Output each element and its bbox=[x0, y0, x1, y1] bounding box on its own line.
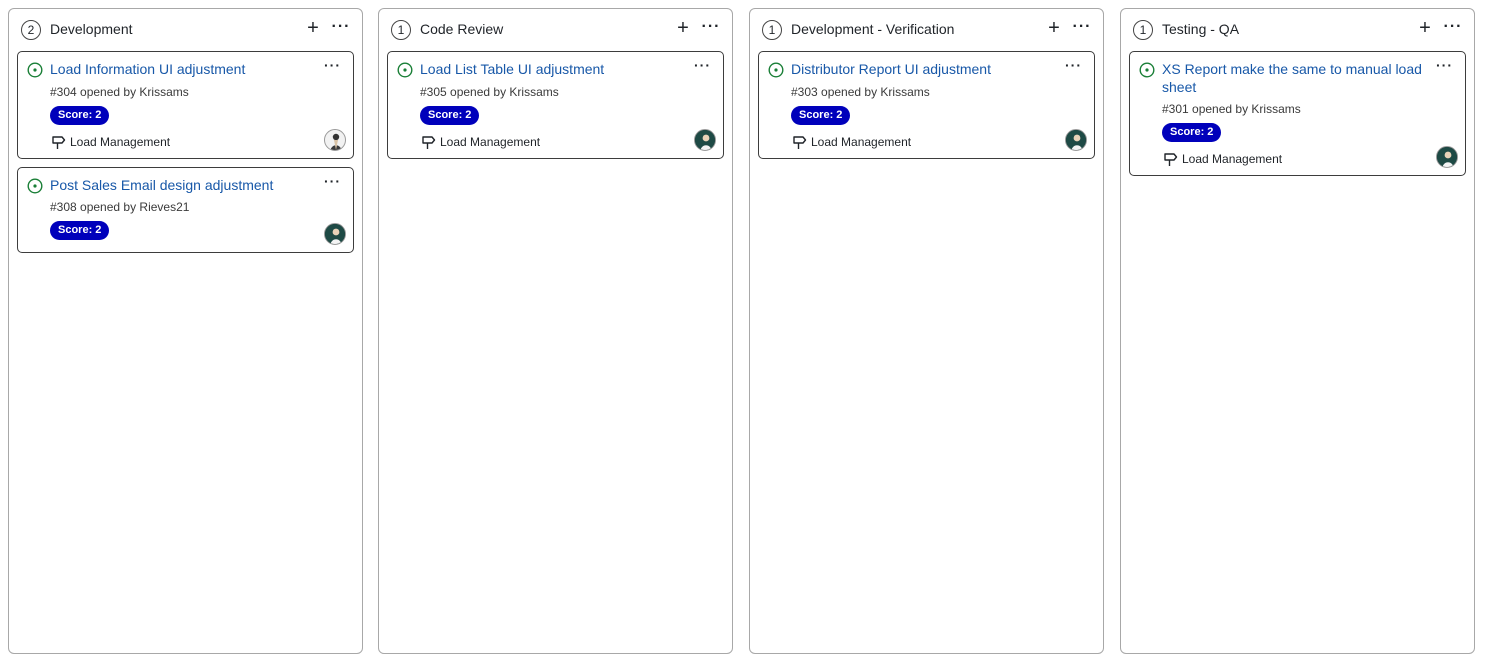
column-development-verification: 1 Development - Verification + ··· Distr… bbox=[749, 8, 1104, 654]
milestone-icon bbox=[422, 136, 436, 149]
column-title: Development - Verification bbox=[791, 21, 955, 37]
open-issue-icon bbox=[1139, 62, 1155, 78]
item-count-badge: 1 bbox=[762, 20, 782, 40]
issue-meta: #304 opened by Krissams bbox=[50, 85, 189, 99]
score-badge: Score: 2 bbox=[420, 106, 480, 125]
issue-meta: #303 opened by Krissams bbox=[791, 85, 930, 99]
item-count-badge: 2 bbox=[21, 20, 41, 40]
item-count-badge: 1 bbox=[1133, 20, 1153, 40]
card-menu-icon[interactable]: ··· bbox=[324, 174, 341, 188]
column-menu-icon[interactable]: ··· bbox=[1442, 18, 1464, 38]
column-menu-icon[interactable]: ··· bbox=[700, 18, 722, 38]
assignee-avatar[interactable] bbox=[1065, 129, 1087, 151]
score-badge: Score: 2 bbox=[1162, 123, 1222, 142]
card-menu-icon[interactable]: ··· bbox=[694, 58, 711, 72]
column-code-review: 1 Code Review + ··· Load List Table UI a… bbox=[378, 8, 733, 654]
assignee-avatar[interactable] bbox=[1436, 146, 1458, 168]
column-title: Development bbox=[50, 21, 133, 37]
assignee-avatar[interactable] bbox=[324, 129, 346, 151]
issue-title-link[interactable]: Load List Table UI adjustment bbox=[420, 60, 690, 78]
column-menu-icon[interactable]: ··· bbox=[1071, 18, 1093, 38]
add-item-icon[interactable]: + bbox=[304, 18, 322, 38]
open-issue-icon bbox=[768, 62, 784, 78]
card-list: Load Information UI adjustment ··· #304 … bbox=[17, 51, 354, 261]
milestone-label: Load Management bbox=[811, 135, 912, 149]
issue-title-link[interactable]: Post Sales Email design adjustment bbox=[50, 176, 320, 194]
add-item-icon[interactable]: + bbox=[1416, 18, 1434, 38]
milestone-label: Load Management bbox=[1182, 152, 1283, 166]
column-header: 1 Code Review + ··· bbox=[379, 9, 732, 49]
column-title: Testing - QA bbox=[1162, 21, 1240, 37]
issue-card[interactable]: Post Sales Email design adjustment ··· #… bbox=[17, 167, 354, 253]
column-testing-qa: 1 Testing - QA + ··· XS Report make the … bbox=[1120, 8, 1475, 654]
column-title: Code Review bbox=[420, 21, 504, 37]
milestone-icon bbox=[793, 136, 807, 149]
milestone-icon bbox=[1164, 153, 1178, 166]
issue-meta: #301 opened by Krissams bbox=[1162, 102, 1301, 116]
card-list: Distributor Report UI adjustment ··· #30… bbox=[758, 51, 1095, 167]
milestone-label: Load Management bbox=[440, 135, 541, 149]
issue-card[interactable]: XS Report make the same to manual load s… bbox=[1129, 51, 1466, 176]
issue-title-link[interactable]: Distributor Report UI adjustment bbox=[791, 60, 1061, 78]
milestone-icon bbox=[52, 136, 66, 149]
project-board: 2 Development + ··· Load Information UI … bbox=[0, 0, 1485, 660]
column-header: 1 Testing - QA + ··· bbox=[1121, 9, 1474, 49]
add-item-icon[interactable]: + bbox=[674, 18, 692, 38]
column-header: 1 Development - Verification + ··· bbox=[750, 9, 1103, 49]
assignee-avatar[interactable] bbox=[324, 223, 346, 245]
card-menu-icon[interactable]: ··· bbox=[1065, 58, 1082, 72]
card-list: Load List Table UI adjustment ··· #305 o… bbox=[387, 51, 724, 167]
issue-card[interactable]: Load List Table UI adjustment ··· #305 o… bbox=[387, 51, 724, 159]
open-issue-icon bbox=[27, 178, 43, 194]
score-badge: Score: 2 bbox=[50, 221, 110, 240]
issue-card[interactable]: Distributor Report UI adjustment ··· #30… bbox=[758, 51, 1095, 159]
card-menu-icon[interactable]: ··· bbox=[324, 58, 341, 72]
issue-meta: #308 opened by Rieves21 bbox=[50, 200, 190, 214]
score-badge: Score: 2 bbox=[791, 106, 851, 125]
card-menu-icon[interactable]: ··· bbox=[1436, 58, 1453, 72]
open-issue-icon bbox=[27, 62, 43, 78]
column-development: 2 Development + ··· Load Information UI … bbox=[8, 8, 363, 654]
milestone-label: Load Management bbox=[70, 135, 171, 149]
add-item-icon[interactable]: + bbox=[1045, 18, 1063, 38]
issue-title-link[interactable]: Load Information UI adjustment bbox=[50, 60, 320, 78]
card-list: XS Report make the same to manual load s… bbox=[1129, 51, 1466, 184]
issue-title-link[interactable]: XS Report make the same to manual load s… bbox=[1162, 60, 1432, 96]
column-menu-icon[interactable]: ··· bbox=[330, 18, 352, 38]
issue-card[interactable]: Load Information UI adjustment ··· #304 … bbox=[17, 51, 354, 159]
item-count-badge: 1 bbox=[391, 20, 411, 40]
open-issue-icon bbox=[397, 62, 413, 78]
score-badge: Score: 2 bbox=[50, 106, 110, 125]
issue-meta: #305 opened by Krissams bbox=[420, 85, 559, 99]
column-header: 2 Development + ··· bbox=[9, 9, 362, 49]
assignee-avatar[interactable] bbox=[694, 129, 716, 151]
